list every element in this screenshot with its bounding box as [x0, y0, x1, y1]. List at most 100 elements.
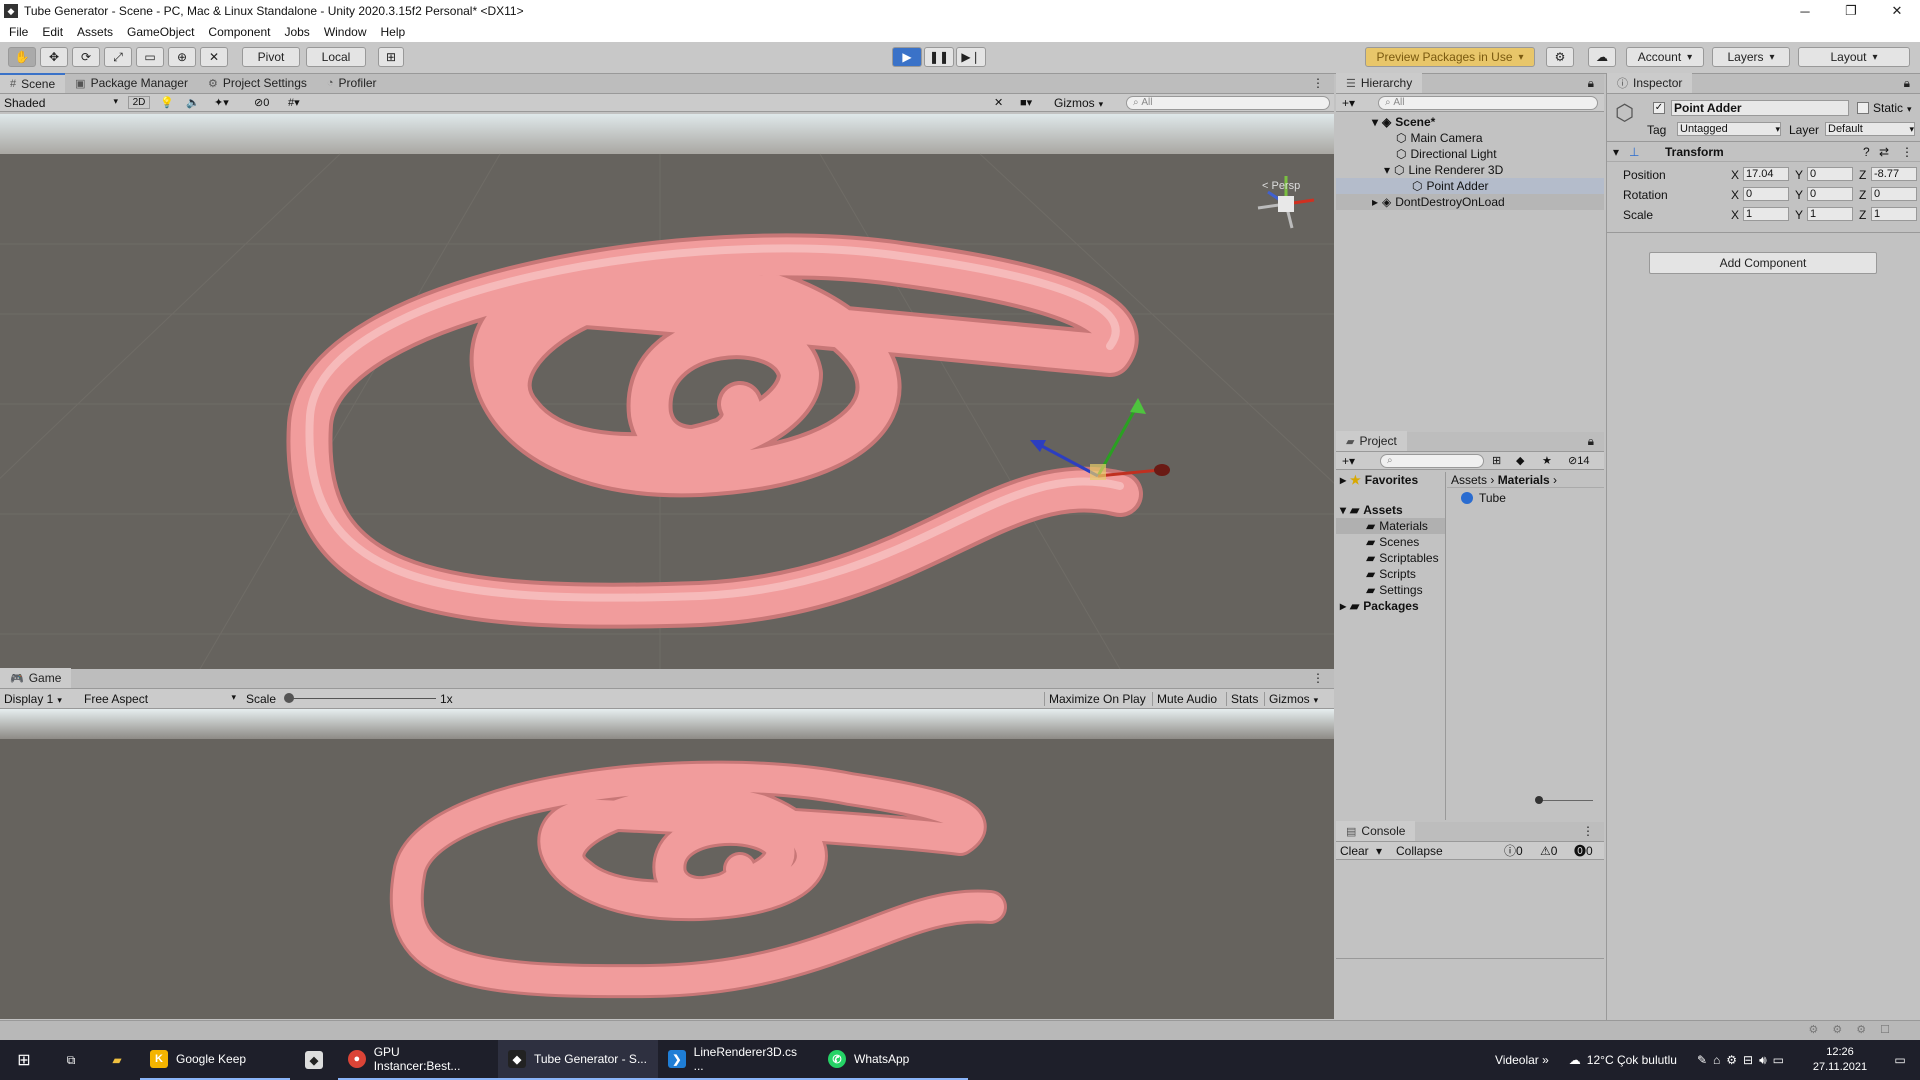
folder-scripts[interactable]: ▰ Scripts	[1336, 566, 1445, 582]
scale-y-field[interactable]: 1	[1807, 207, 1853, 221]
rect-tool-icon[interactable]: ▭	[136, 47, 164, 67]
preset-icon[interactable]: ⇄	[1879, 145, 1889, 159]
console-clear-button[interactable]: Clear	[1340, 844, 1369, 858]
effects-icon[interactable]: ✦▾	[214, 96, 229, 109]
hierarchy-item-line-renderer[interactable]: ▾ ⬡ Line Renderer 3D	[1336, 162, 1604, 178]
camera-icon[interactable]: ■▾	[1020, 96, 1032, 109]
position-x-field[interactable]: 17.04	[1743, 167, 1789, 181]
folder-settings[interactable]: ▰ Settings	[1336, 582, 1445, 598]
taskbar-whatsapp[interactable]: ✆ WhatsApp	[818, 1040, 968, 1080]
tab-game[interactable]: 🎮 Game	[0, 668, 72, 688]
local-toggle[interactable]: Local	[306, 47, 366, 67]
console-menu-icon[interactable]: ⋮	[1572, 821, 1604, 841]
gizmos-dropdown[interactable]: Gizmos	[1054, 96, 1103, 110]
audio-icon[interactable]: 🔈	[186, 96, 200, 109]
asset-tube[interactable]: Tube	[1447, 490, 1604, 506]
play-button[interactable]: ▶	[892, 47, 922, 67]
layers-dropdown[interactable]: Layers	[1712, 47, 1790, 67]
menu-jobs[interactable]: Jobs	[277, 25, 316, 39]
game-viewport[interactable]	[0, 709, 1334, 1019]
menu-window[interactable]: Window	[317, 25, 374, 39]
notification-icon[interactable]: ▭	[1880, 1040, 1920, 1080]
component-menu-icon[interactable]: ⋮	[1901, 145, 1913, 159]
cloud-icon[interactable]: ☁	[1588, 47, 1616, 67]
hierarchy-item-main-camera[interactable]: ⬡ Main Camera	[1336, 130, 1604, 146]
tab-package-manager[interactable]: ▣ Package Manager	[65, 73, 198, 93]
taskbar-unity-hub[interactable]: ◆	[290, 1040, 338, 1080]
rotate-tool-icon[interactable]: ⟳	[72, 47, 100, 67]
project-lock-icon[interactable]: 🔒︎	[1578, 431, 1604, 451]
menu-help[interactable]: Help	[374, 25, 413, 39]
assets-folder[interactable]: ▾ ▰ Assets	[1336, 502, 1445, 518]
rotation-y-field[interactable]: 0	[1807, 187, 1853, 201]
scale-slider[interactable]	[288, 698, 436, 699]
breadcrumb-assets[interactable]: Assets	[1451, 473, 1487, 487]
project-search-input[interactable]: ⌕	[1380, 453, 1484, 468]
taskbar-google-keep[interactable]: K Google Keep	[140, 1040, 290, 1080]
hand-tool-icon[interactable]: ✋	[8, 47, 36, 67]
scale-z-field[interactable]: 1	[1871, 207, 1917, 221]
pause-button[interactable]: ❚❚	[924, 47, 954, 67]
hierarchy-lock-icon[interactable]: 🔒︎	[1578, 73, 1604, 93]
minimize-button[interactable]: ─	[1782, 0, 1828, 22]
hierarchy-item-scene[interactable]: ▾ ◈ Scene*	[1336, 114, 1604, 130]
object-name-field[interactable]: Point Adder	[1671, 100, 1849, 116]
folder-materials[interactable]: ▰ Materials	[1336, 518, 1445, 534]
system-tray-icons[interactable]: ✎⌂⚙⊟🔊︎▭	[1687, 1040, 1800, 1080]
taskbar-videolar[interactable]: Videolar »	[1485, 1040, 1559, 1080]
menu-assets[interactable]: Assets	[70, 25, 120, 39]
display-dropdown[interactable]: Display 1	[4, 692, 78, 706]
scale-slider-handle[interactable]	[284, 693, 294, 703]
tab-project-settings[interactable]: ⚙ Project Settings	[198, 73, 317, 93]
hierarchy-add-button[interactable]: +▾	[1342, 96, 1355, 110]
hierarchy-item-directional-light[interactable]: ⬡ Directional Light	[1336, 146, 1604, 162]
task-view-icon[interactable]: ⧉	[48, 1040, 94, 1080]
icon-size-slider-handle[interactable]	[1535, 796, 1543, 804]
game-menu-icon[interactable]: ⋮	[1302, 668, 1334, 688]
collab-icon[interactable]: ⚙	[1546, 47, 1574, 67]
weather-widget[interactable]: ☁ 12°C Çok bulutlu	[1559, 1040, 1687, 1080]
custom-tool-icon[interactable]: ✕	[200, 47, 228, 67]
layout-dropdown[interactable]: Layout	[1798, 47, 1910, 67]
menu-component[interactable]: Component	[201, 25, 277, 39]
position-y-field[interactable]: 0	[1807, 167, 1853, 181]
close-button[interactable]: ✕	[1874, 0, 1920, 22]
clock[interactable]: 12:26 27.11.2021	[1800, 1040, 1880, 1080]
tab-profiler[interactable]: ◔ Profiler	[317, 73, 387, 93]
console-collapse-button[interactable]: Collapse	[1396, 844, 1443, 858]
step-button[interactable]: ▶❘	[956, 47, 986, 67]
menu-file[interactable]: File	[2, 25, 35, 39]
windows-start-icon[interactable]: ⊞	[0, 1040, 48, 1080]
menu-gameobject[interactable]: GameObject	[120, 25, 201, 39]
active-checkbox[interactable]: ✓	[1653, 102, 1665, 114]
pivot-toggle[interactable]: Pivot	[242, 47, 300, 67]
aspect-dropdown[interactable]: Free Aspect	[84, 692, 236, 706]
help-icon[interactable]: ?	[1863, 145, 1870, 159]
favorite-star-icon[interactable]: ★	[1542, 454, 1552, 467]
transform-header[interactable]: ▾ ⊥ Transform ? ⇄ ⋮	[1607, 142, 1920, 162]
move-tool-icon[interactable]: ✥	[40, 47, 68, 67]
add-component-button[interactable]: Add Component	[1649, 252, 1877, 274]
scene-search-input[interactable]: ⌕ All	[1126, 95, 1330, 110]
scale-x-field[interactable]: 1	[1743, 207, 1789, 221]
static-dropdown[interactable]: Static	[1873, 101, 1912, 115]
menu-edit[interactable]: Edit	[35, 25, 70, 39]
icon-size-slider[interactable]	[1537, 800, 1593, 801]
foldout-icon[interactable]: ▾	[1613, 145, 1619, 159]
mode-2d-button[interactable]: 2D	[128, 96, 150, 109]
position-z-field[interactable]: -8.77	[1871, 167, 1917, 181]
static-checkbox[interactable]	[1857, 102, 1869, 114]
favorites-item[interactable]: ▸ ★ Favorites	[1336, 472, 1445, 488]
inspector-lock-icon[interactable]: 🔒︎	[1894, 73, 1920, 93]
rotation-x-field[interactable]: 0	[1743, 187, 1789, 201]
file-explorer-icon[interactable]: ▰	[94, 1040, 140, 1080]
layer-dropdown[interactable]: Default	[1825, 122, 1915, 136]
rotation-z-field[interactable]: 0	[1871, 187, 1917, 201]
stats-toggle[interactable]: Stats	[1226, 691, 1262, 706]
breadcrumb-materials[interactable]: Materials	[1498, 473, 1550, 487]
hierarchy-item-dontdestroy[interactable]: ▸ ◈ DontDestroyOnLoad	[1336, 194, 1604, 210]
tools-icon[interactable]: ✕	[994, 96, 1003, 109]
game-gizmos-dropdown[interactable]: Gizmos	[1264, 691, 1322, 706]
filter-type-icon[interactable]: ⊞	[1492, 454, 1501, 467]
filter-label-icon[interactable]: ◆	[1516, 454, 1524, 467]
